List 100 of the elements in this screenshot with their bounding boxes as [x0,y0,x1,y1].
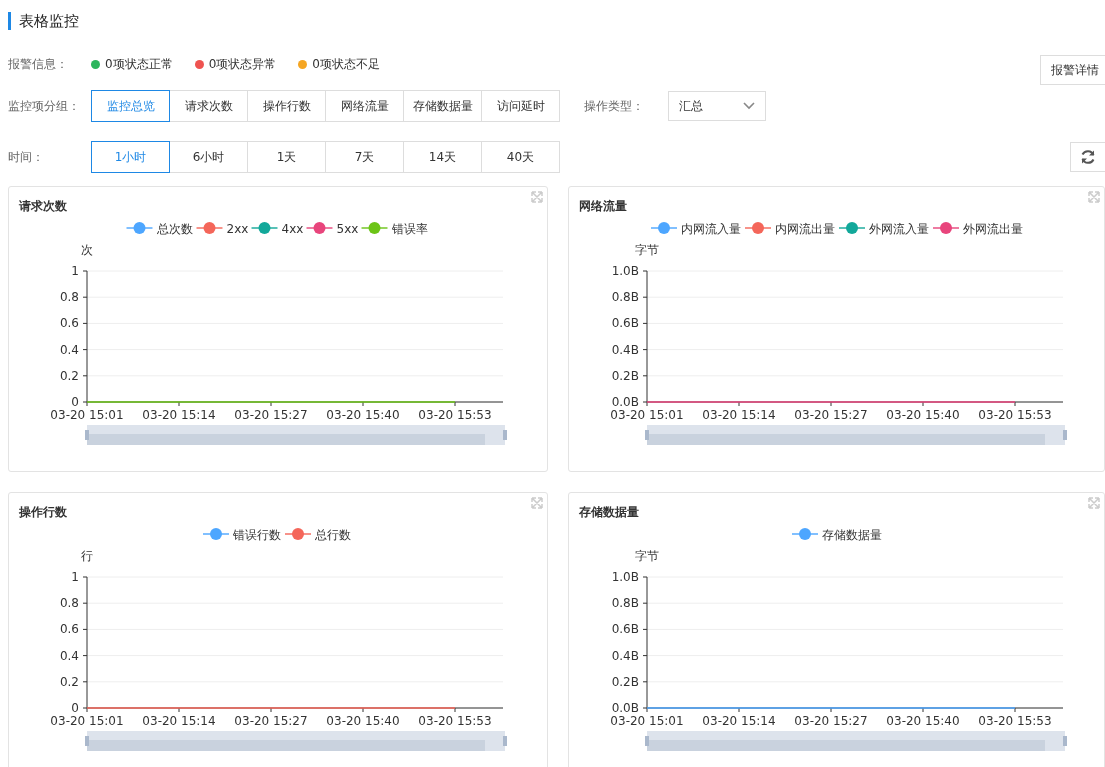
group-tab[interactable]: 网络流量 [325,90,404,122]
y-tick-label: 0.6B [611,622,639,637]
legend-item[interactable]: 错误率 [360,222,428,236]
x-tick-label: 03-20 15:14 [702,408,776,422]
legend-item[interactable]: 存储数据量 [791,528,882,542]
x-tick-label: 03-20 15:14 [142,408,216,422]
group-tab[interactable]: 监控总览 [91,90,170,122]
legend-label: 外网流出量 [963,222,1023,236]
y-tick-label: 0.0B [611,701,639,715]
legend-item[interactable]: 5xx [305,222,359,236]
legend-item[interactable]: 4xx [250,222,304,236]
legend-label: 2xx [226,222,249,236]
x-tick-label: 03-20 15:27 [234,408,308,422]
x-tick-label: 03-20 15:53 [978,714,1052,728]
y-tick-label: 0.2 [59,674,79,689]
group-tab[interactable]: 存储数据量 [403,90,482,122]
x-tick-label: 03-20 15:40 [326,714,400,728]
time-tab[interactable]: 7天 [325,141,404,173]
chart-title: 操作行数 [19,504,67,521]
x-tick-label: 03-20 15:01 [50,714,124,728]
y-axis-unit: 字节 [635,243,659,257]
x-tick-label: 03-20 15:27 [794,408,868,422]
legend-label: 错误率 [390,222,428,236]
y-tick-label: 0.8 [59,290,79,305]
time-tab[interactable]: 14天 [403,141,482,173]
legend-label: 4xx [281,222,304,236]
expand-icon[interactable] [531,191,543,203]
expand-icon[interactable] [1088,497,1100,509]
zoom-slider[interactable] [645,731,1067,751]
y-tick-label: 0.6 [59,622,79,637]
alert-details-button[interactable]: 报警详情 [1040,55,1105,85]
legend-item[interactable]: 总行数 [284,528,351,542]
chevron-down-icon [743,102,755,110]
y-tick-label: 0.6B [611,316,639,331]
x-tick-label: 03-20 15:40 [326,408,400,422]
zoom-slider[interactable] [85,425,507,445]
x-tick-label: 03-20 15:01 [610,714,684,728]
operation-type-select[interactable]: 汇总 [668,91,766,121]
status-text: 0项状态正常 [105,55,173,73]
chart-title: 存储数据量 [579,504,639,521]
y-tick-label: 0 [71,701,79,715]
legend-label: 外网流入量 [869,222,929,236]
legend-label: 内网流出量 [775,222,835,236]
legend-label: 5xx [336,222,359,236]
x-tick-label: 03-20 15:27 [794,714,868,728]
x-tick-label: 03-20 15:14 [702,714,776,728]
chart-title: 请求次数 [19,198,67,215]
y-tick-label: 0.4B [611,648,639,663]
y-tick-label: 0.0B [611,395,639,409]
group-tab[interactable]: 请求次数 [169,90,248,122]
x-tick-label: 03-20 15:01 [50,408,124,422]
y-axis-unit: 次 [81,243,93,257]
y-tick-label: 0.8 [59,596,79,611]
group-tab[interactable]: 操作行数 [247,90,326,122]
chart-title: 网络流量 [579,198,627,215]
y-tick-label: 1.0B [611,264,639,278]
y-tick-label: 0.8B [611,290,639,305]
expand-icon[interactable] [1088,191,1100,203]
y-tick-label: 0.4 [59,342,79,357]
x-tick-label: 03-20 15:27 [234,714,308,728]
y-tick-label: 1.0B [611,570,639,584]
alerts-label: 报警信息： [8,55,69,73]
refresh-button[interactable] [1070,142,1105,172]
legend-item[interactable]: 总次数 [125,222,193,236]
legend-item[interactable]: 错误行数 [202,528,281,542]
legend-item[interactable]: 内网流入量 [650,222,741,236]
legend-label: 内网流入量 [681,222,741,236]
zoom-slider[interactable] [85,731,507,751]
group-tab[interactable]: 访问延时 [481,90,560,122]
expand-icon[interactable] [531,497,543,509]
time-tab[interactable]: 40天 [481,141,560,173]
time-tab[interactable]: 1小时 [91,141,170,173]
x-tick-label: 03-20 15:14 [142,714,216,728]
y-tick-label: 0 [71,395,79,409]
y-axis-unit: 行 [81,549,93,563]
legend-label: 存储数据量 [822,528,882,542]
legend-item[interactable]: 外网流出量 [932,222,1023,236]
status-text: 0项状态不足 [312,55,380,73]
time-label: 时间： [8,148,45,166]
x-tick-label: 03-20 15:01 [610,408,684,422]
time-tab[interactable]: 6小时 [169,141,248,173]
time-tab[interactable]: 1天 [247,141,326,173]
y-tick-label: 0.2 [59,368,79,383]
x-tick-label: 03-20 15:40 [886,408,960,422]
legend-label: 总次数 [155,222,193,236]
x-tick-label: 03-20 15:53 [418,408,492,422]
legend-label: 总行数 [314,528,351,542]
x-tick-label: 03-20 15:40 [886,714,960,728]
legend-item[interactable]: 2xx [195,222,249,236]
legend-label: 错误行数 [232,528,281,542]
page-title: 表格监控 [19,11,79,31]
zoom-slider[interactable] [645,425,1067,445]
x-tick-label: 03-20 15:53 [418,714,492,728]
y-axis-unit: 字节 [635,549,659,563]
legend-item[interactable]: 外网流入量 [838,222,929,236]
legend-item[interactable]: 内网流出量 [744,222,835,236]
y-tick-label: 0.8B [611,596,639,611]
status-text: 0项状态异常 [208,55,277,73]
y-tick-label: 0.2B [611,368,639,383]
y-tick-label: 0.2B [611,674,639,689]
